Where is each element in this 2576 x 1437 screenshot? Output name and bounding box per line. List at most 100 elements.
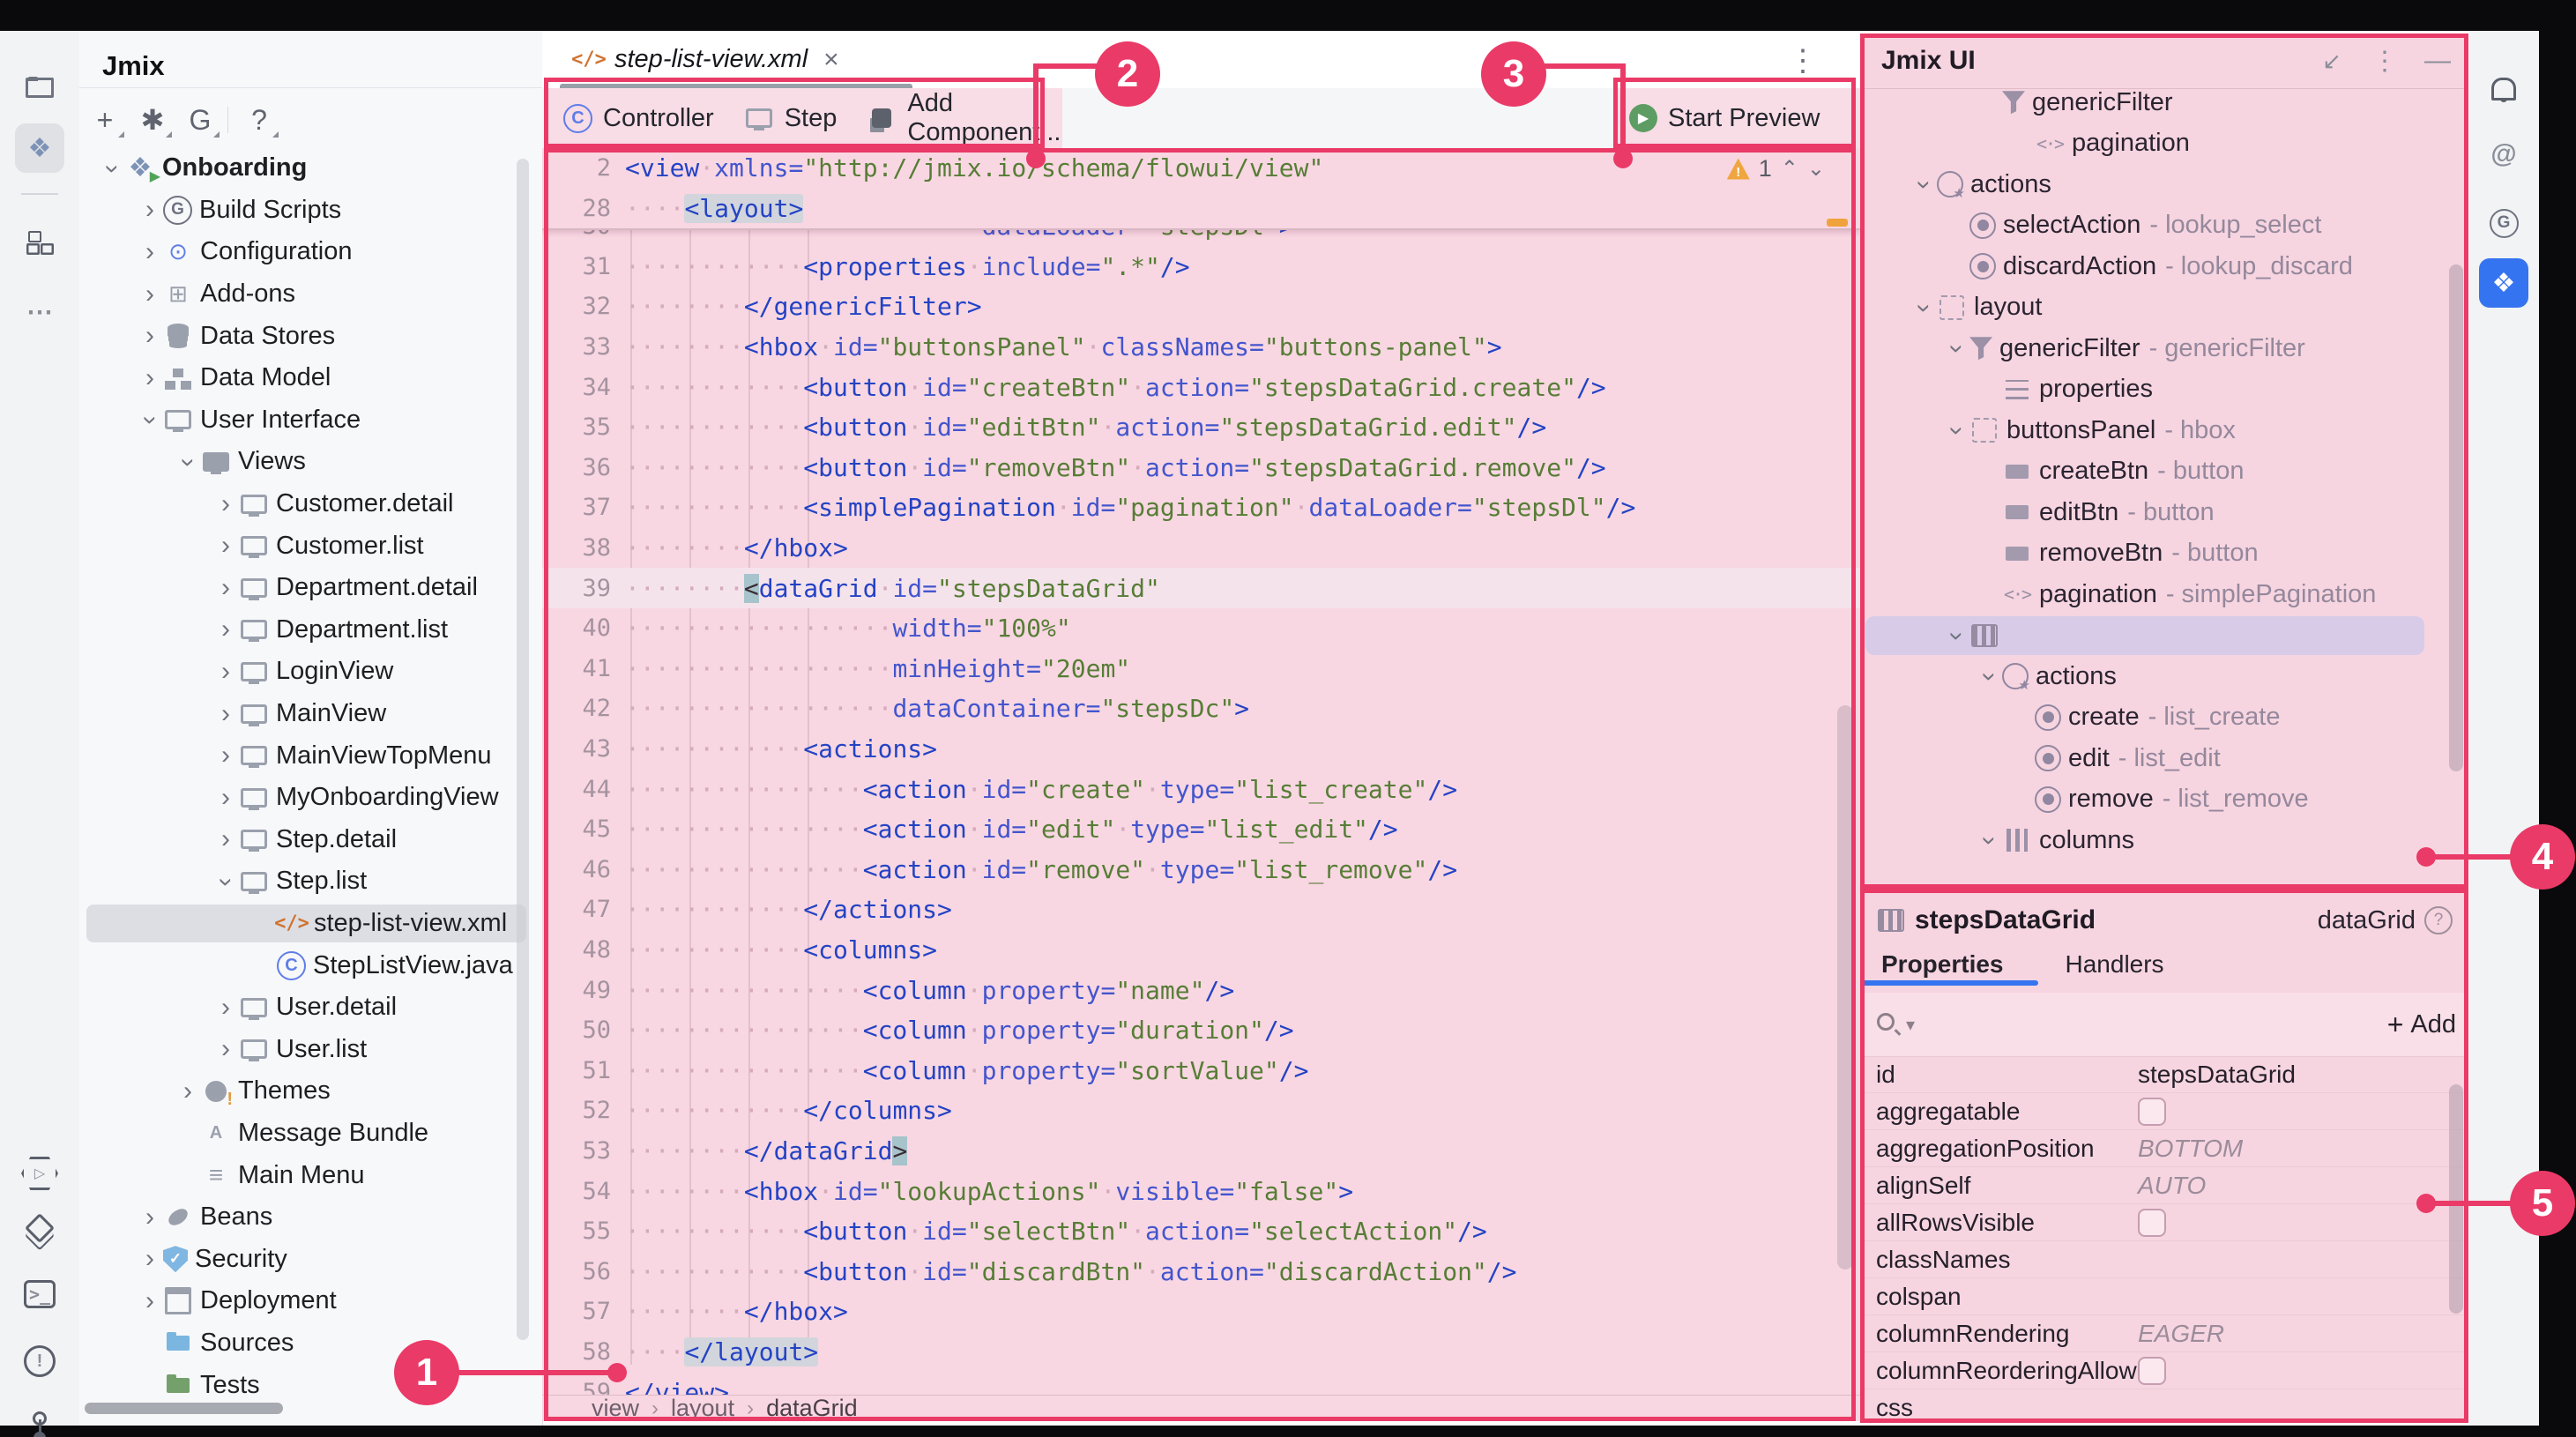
property-row-aggregationPosition[interactable]: aggregationPosition BOTTOM xyxy=(1860,1130,2468,1167)
code-line-33[interactable]: 33 ········<hbox·id="buttonsPanel"·classN… xyxy=(542,327,1860,368)
code-line-49[interactable]: 49 ················<column·property="name… xyxy=(542,970,1860,1010)
code-line-34[interactable]: 34 ············<button·id="createBtn"·act… xyxy=(542,367,1860,407)
ui-tree-item-genericFilter[interactable]: › genericFilter - genericFilter xyxy=(1860,328,2468,369)
ui-tree-item-properties[interactable]: properties xyxy=(1860,369,2468,411)
chevron-collapsed-icon[interactable]: › xyxy=(212,699,239,729)
panel-options-kebab-icon[interactable]: ⋮ xyxy=(2370,46,2400,76)
ui-tree-item-removeBtn[interactable]: removeBtn - button xyxy=(1860,533,2468,575)
property-row-colspan[interactable]: colspan xyxy=(1860,1278,2468,1315)
project-tree-item-user-interface[interactable]: › User Interface xyxy=(79,399,542,442)
code-line-56[interactable]: 56 ············<button·id="discardBtn"·ac… xyxy=(542,1251,1860,1292)
chevron-collapsed-icon[interactable]: › xyxy=(212,489,239,519)
tab-handlers[interactable]: Handlers xyxy=(2066,950,2164,979)
code-line-39[interactable]: 39 ········<dataGrid·id="stepsDataGrid" xyxy=(542,568,1860,608)
inspections-widget[interactable]: ! 1 ⌃ ⌄ xyxy=(1726,155,1825,182)
ui-tree-item-remove[interactable]: remove - list_remove xyxy=(1860,779,2468,821)
ui-tree-item-create[interactable]: create - list_create xyxy=(1860,697,2468,739)
add-property-button[interactable]: + Add xyxy=(2387,1009,2456,1041)
chevron-expanded-icon[interactable]: › xyxy=(1910,294,1939,321)
code-line-44[interactable]: 44 ················<action·id="create"·ty… xyxy=(542,769,1860,809)
project-tree-item-step-detail[interactable]: › Step.detail xyxy=(79,819,542,861)
project-tree-item-add-ons[interactable]: › ⊞ Add-ons xyxy=(79,273,542,316)
property-value[interactable]: EAGER xyxy=(2138,1320,2224,1348)
project-tree-item-customer-list[interactable]: › Customer.list xyxy=(79,525,542,567)
code-line-51[interactable]: 51 ················<column·property="sort… xyxy=(542,1050,1860,1091)
chevron-collapsed-icon[interactable]: › xyxy=(137,1244,163,1274)
terminal-icon[interactable]: >_ xyxy=(15,1269,64,1319)
property-row-id[interactable]: id stepsDataGrid xyxy=(1860,1056,2468,1093)
chevron-collapsed-icon[interactable]: › xyxy=(212,824,239,854)
project-tree-item-onboarding[interactable]: ›❖Onboarding xyxy=(79,147,542,190)
chevron-collapsed-icon[interactable]: › xyxy=(212,783,239,813)
controller-button[interactable]: C Controller xyxy=(563,103,714,133)
help-button[interactable]: ? xyxy=(242,103,279,138)
chevron-collapsed-icon[interactable]: › xyxy=(137,1286,163,1316)
chevron-expanded-icon[interactable]: › xyxy=(1942,418,1972,444)
project-tree-item-message-bundle[interactable]: A Message Bundle xyxy=(79,1113,542,1155)
project-tree-item-main-menu[interactable]: ≡ Main Menu xyxy=(79,1154,542,1196)
code-line-43[interactable]: 43 ············<actions> xyxy=(542,729,1860,770)
code-line-58[interactable]: 58 ····</layout> xyxy=(542,1332,1860,1373)
inspector-scrollbar[interactable] xyxy=(2449,1084,2463,1314)
project-tree-item-data-stores[interactable]: › Data Stores xyxy=(79,315,542,357)
project-tree-item-step-list[interactable]: › Step.list xyxy=(79,860,542,903)
project-vertical-scrollbar[interactable] xyxy=(517,159,529,1340)
code-line-37[interactable]: 37 ············<simplePagination·id="pagi… xyxy=(542,488,1860,528)
project-tree-item-department-detail[interactable]: › Department.detail xyxy=(79,567,542,609)
gradle-button[interactable]: G xyxy=(183,103,220,138)
chevron-collapsed-icon[interactable]: › xyxy=(212,573,239,603)
code-line-48[interactable]: 48 ············<columns> xyxy=(542,930,1860,971)
settings-button[interactable]: ✱ xyxy=(136,103,172,138)
tab-step-list-view[interactable]: </> step-list-view.xml × xyxy=(560,31,853,88)
ui-tree-item-stepsDataGrid[interactable]: ›stepsDataGrid- dataGrid xyxy=(1860,615,2468,657)
code-line-46[interactable]: 46 ················<action·id="remove"·ty… xyxy=(542,850,1860,890)
chevron-expanded-icon[interactable]: › xyxy=(1975,664,2005,690)
project-tree-item-sources[interactable]: Sources xyxy=(79,1322,542,1365)
dock-window-icon[interactable]: ↙ xyxy=(2317,46,2347,76)
prev-problem-icon[interactable]: ⌃ xyxy=(1781,156,1798,182)
project-tree-item-customer-detail[interactable]: › Customer.detail xyxy=(79,483,542,525)
more-tools-icon[interactable]: ⋯ xyxy=(15,287,64,337)
property-row-columnRendering[interactable]: columnRendering EAGER xyxy=(1860,1315,2468,1352)
code-editor[interactable]: 30························dataLoader="st… xyxy=(542,148,1860,1395)
ui-tree-item-discardAction[interactable]: discardAction - lookup_discard xyxy=(1860,246,2468,287)
code-line-45[interactable]: 45 ················<action·id="edit"·type… xyxy=(542,809,1860,850)
property-row-classNames[interactable]: classNames xyxy=(1860,1241,2468,1278)
notifications-icon[interactable] xyxy=(2479,64,2528,114)
step-button[interactable]: Step xyxy=(744,103,837,133)
breadcrumb-item-dataGrid[interactable]: dataGrid xyxy=(766,1395,858,1422)
project-tree-item-loginview[interactable]: › LoginView xyxy=(79,651,542,693)
code-line-53[interactable]: 53 ········</dataGrid> xyxy=(542,1131,1860,1172)
ui-tree-item-actions[interactable]: › actions xyxy=(1860,164,2468,205)
ui-tree-item-layout[interactable]: › layout xyxy=(1860,287,2468,329)
chevron-collapsed-icon[interactable]: › xyxy=(137,363,163,393)
chevron-expanded-icon[interactable]: › xyxy=(1910,172,1939,198)
ui-tree-item-selectAction[interactable]: selectAction - lookup_select xyxy=(1860,205,2468,247)
run-icon[interactable]: ▷ xyxy=(15,1149,64,1198)
hierarchy-scrollbar[interactable] xyxy=(2449,264,2463,771)
code-line-2[interactable]: 2 <view·xmlns="http://jmix.io/schema/flow… xyxy=(542,148,1860,189)
chevron-expanded-icon[interactable]: › xyxy=(98,155,128,182)
property-row-aggregatable[interactable]: aggregatable xyxy=(1860,1093,2468,1130)
tab-properties[interactable]: Properties xyxy=(1881,950,2004,979)
ui-tree-item-edit[interactable]: edit - list_edit xyxy=(1860,738,2468,779)
version-control-icon[interactable] xyxy=(15,1403,64,1437)
chevron-expanded-icon[interactable]: › xyxy=(1942,622,1972,649)
checkbox[interactable] xyxy=(2138,1097,2166,1126)
project-tree-item-data-model[interactable]: › Data Model xyxy=(79,357,542,399)
code-line-31[interactable]: 31 ············<properties·include=".*"/> xyxy=(542,247,1860,287)
code-line-38[interactable]: 38 ········</hbox> xyxy=(542,528,1860,569)
project-tree-item-views[interactable]: › Views xyxy=(79,441,542,483)
services-icon[interactable] xyxy=(15,1203,64,1253)
chevron-expanded-icon[interactable]: › xyxy=(212,869,242,896)
jmix-ui-tool-icon[interactable]: ❖ xyxy=(2479,258,2528,308)
property-row-allRowsVisible[interactable]: allRowsVisible xyxy=(1860,1204,2468,1241)
property-row-alignSelf[interactable]: alignSelf AUTO xyxy=(1860,1167,2468,1204)
code-line-42[interactable]: 42 ··················dataContainer="steps… xyxy=(542,689,1860,729)
project-tree-item-department-list[interactable]: › Department.list xyxy=(79,609,542,651)
ui-tree-item-buttonsPanel[interactable]: › buttonsPanel - hbox xyxy=(1860,410,2468,451)
code-line-59[interactable]: 59 </view> xyxy=(542,1372,1860,1395)
project-tree-item-themes[interactable]: › Themes xyxy=(79,1070,542,1113)
breadcrumb-item-layout[interactable]: layout xyxy=(671,1395,734,1422)
project-tree-item-myonboardingview[interactable]: › MyOnboardingView xyxy=(79,777,542,819)
